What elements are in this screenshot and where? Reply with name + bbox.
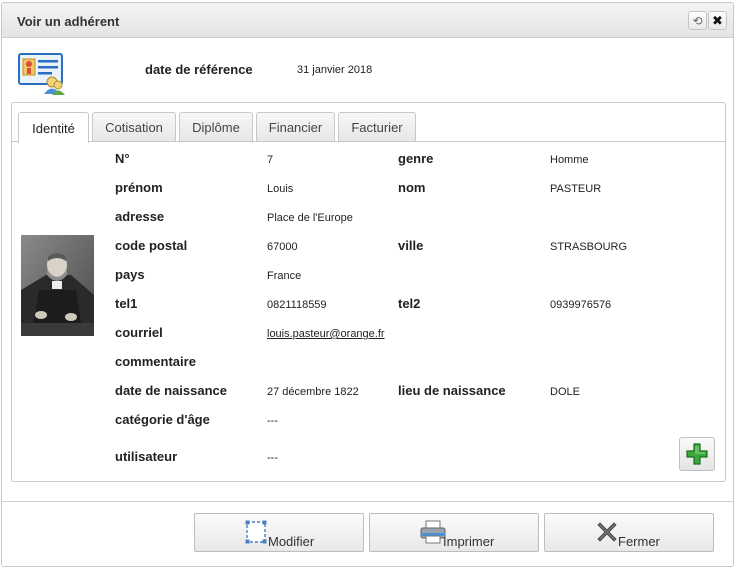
date-naissance-value: 27 décembre 1822 (267, 386, 359, 398)
pays-label: pays (115, 267, 145, 282)
ville-label: ville (398, 238, 424, 253)
nom-value: PASTEUR (550, 183, 602, 195)
utilisateur-value: --- (267, 452, 278, 464)
prenom-value: Louis (267, 183, 294, 195)
lieu-naissance-value: DOLE (550, 386, 580, 398)
member-portrait (21, 235, 94, 336)
code-postal-value: 67000 (267, 241, 298, 253)
reference-date-value: 31 janvier 2018 (297, 64, 373, 76)
title-bar: Voir un adhérent ⟲ ✖ (2, 3, 733, 38)
tel1-label: tel1 (115, 296, 138, 311)
modify-button[interactable]: Modifier (194, 513, 364, 552)
member-number-value: 7 (267, 154, 274, 166)
tab-label: Cotisation (105, 120, 163, 135)
close-button[interactable]: Fermer (544, 513, 714, 552)
refresh-icon: ⟲ (692, 13, 703, 28)
tab-label: Facturier (351, 120, 403, 135)
tel2-value: 0939976576 (550, 299, 612, 311)
utilisateur-label: utilisateur (115, 449, 178, 464)
details-panel: Identité Cotisation Diplôme Financier Fa… (11, 102, 726, 482)
member-dialog: Voir un adhérent ⟲ ✖ date de référence 3… (1, 2, 734, 567)
categorie-age-value: --- (267, 415, 278, 427)
tel1-value: 0821118559 (267, 299, 327, 311)
tab-facturier[interactable]: Facturier (338, 112, 416, 142)
tab-diplome[interactable]: Diplôme (179, 112, 253, 142)
prenom-label: prénom (115, 180, 163, 195)
member-card-icon (18, 53, 65, 95)
ville-value: STRASBOURG (550, 241, 628, 253)
commentaire-label: commentaire (115, 354, 196, 369)
pays-value: France (267, 270, 302, 282)
date-naissance-label: date de naissance (115, 383, 227, 398)
close-label: Fermer (618, 534, 660, 549)
tab-label: Financier (268, 120, 323, 135)
close-icon: ✖ (712, 13, 723, 28)
tel2-label: tel2 (398, 296, 421, 311)
code-postal-label: code postal (115, 238, 188, 253)
nom-label: nom (398, 180, 426, 195)
footer-separator (2, 501, 733, 502)
categorie-age-label: catégorie d'âge (115, 412, 210, 427)
genre-label: genre (398, 151, 434, 166)
print-button[interactable]: Imprimer (369, 513, 539, 552)
tab-cotisation[interactable]: Cotisation (92, 112, 176, 142)
edit-frame-icon (245, 520, 267, 544)
reference-date-label: date de référence (145, 62, 253, 77)
tab-label: Identité (32, 120, 75, 136)
adresse-label: adresse (115, 209, 165, 224)
adresse-value: Place de l'Europe (267, 212, 353, 224)
genre-value: Homme (550, 154, 589, 166)
close-x-icon (597, 522, 617, 542)
tab-label: Diplôme (192, 120, 240, 135)
courriel-link[interactable]: louis.pasteur@orange.fr (267, 328, 385, 340)
close-window-button[interactable]: ✖ (708, 11, 727, 30)
add-button[interactable] (679, 437, 715, 471)
courriel-label: courriel (115, 325, 163, 340)
dialog-title: Voir un adhérent (17, 14, 120, 29)
green-plus-icon (686, 443, 708, 465)
member-number-label: N° (115, 151, 130, 166)
tab-identite[interactable]: Identité (18, 112, 89, 143)
modify-label: Modifier (268, 534, 315, 549)
tab-financier[interactable]: Financier (256, 112, 335, 142)
print-label: Imprimer (443, 534, 495, 549)
tabs-divider (12, 141, 725, 142)
refresh-button[interactable]: ⟲ (688, 11, 707, 30)
lieu-naissance-label: lieu de naissance (398, 383, 506, 398)
